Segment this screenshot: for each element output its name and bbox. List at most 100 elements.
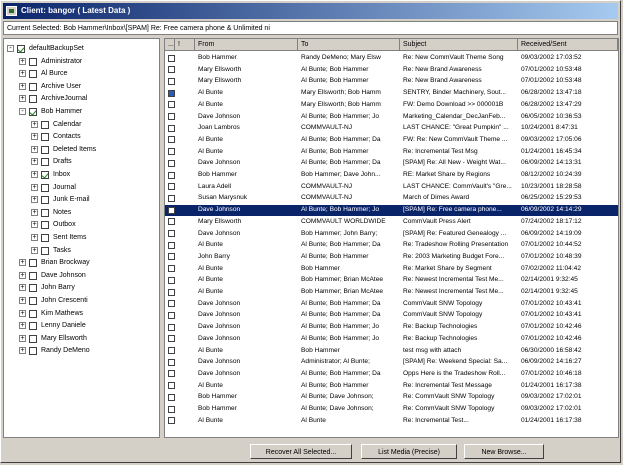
- expand-icon[interactable]: +: [31, 234, 38, 241]
- row-checkbox[interactable]: [168, 148, 175, 156]
- row-checkbox[interactable]: [168, 358, 175, 366]
- table-row[interactable]: Bob Hammer Al Bunte; Dave Johnson; Re: Com…: [165, 392, 618, 403]
- tree-checkbox[interactable]: [29, 334, 37, 343]
- collapse-icon[interactable]: -: [19, 108, 26, 115]
- expand-icon[interactable]: +: [31, 208, 38, 216]
- tree-checkbox[interactable]: [29, 284, 37, 293]
- table-row[interactable]: Dave Johnson Al Bunte; Bob Hammer; Da Comm…: [165, 310, 618, 321]
- expand-icon[interactable]: +: [31, 183, 38, 191]
- row-checkbox[interactable]: [168, 370, 175, 378]
- column-header[interactable]: Subject: [400, 39, 518, 51]
- expand-icon[interactable]: +: [19, 297, 26, 304]
- expand-icon[interactable]: +: [19, 57, 26, 65]
- table-row[interactable]: Bob Hammer Al Bunte; Dave Johnson; Re: Com…: [165, 404, 618, 415]
- column-header[interactable]: From: [195, 39, 298, 51]
- row-checkbox[interactable]: [168, 77, 175, 85]
- expand-icon[interactable]: +: [31, 158, 38, 166]
- table-row[interactable]: Dave Johnson Al Bunte; Bob Hammer; Jo [SPA…: [165, 205, 618, 216]
- row-checkbox[interactable]: [168, 265, 175, 273]
- table-row[interactable]: Mary Ellsworth Al Bunte; Bob Hammer Re: Ne…: [165, 65, 618, 76]
- tree-checkbox[interactable]: [29, 57, 37, 66]
- table-row[interactable]: Mary Ellsworth COMMVAULT WORLDWIDE CommVau…: [165, 217, 618, 228]
- row-checkbox[interactable]: [168, 206, 175, 214]
- row-checkbox[interactable]: [168, 253, 175, 261]
- row-checkbox[interactable]: [168, 382, 175, 390]
- table-row[interactable]: Dave Johnson Al Bunte; Bob Hammer; Jo Re: …: [165, 334, 618, 345]
- row-checkbox[interactable]: [168, 113, 175, 120]
- table-row[interactable]: Dave Johnson Al Bunte; Bob Hammer; Jo Re: …: [165, 322, 618, 333]
- tree-checkbox[interactable]: [29, 70, 37, 79]
- table-row[interactable]: Al Bunte Bob Hammer test msg with attach 06…: [165, 346, 618, 357]
- row-checkbox[interactable]: [168, 66, 175, 74]
- row-checkbox[interactable]: [168, 405, 175, 413]
- row-checkbox[interactable]: [168, 194, 175, 202]
- table-row[interactable]: Bob Hammer Randy DeMeno; Mary Elsw Re: New…: [165, 53, 618, 64]
- row-checkbox[interactable]: [168, 183, 175, 191]
- tree-checkbox[interactable]: [29, 309, 37, 318]
- table-row[interactable]: Al Bunte Bob Hammer; Brian McAtee Re: Newe…: [165, 287, 618, 298]
- row-checkbox[interactable]: [168, 101, 175, 109]
- row-checkbox[interactable]: [168, 241, 175, 249]
- column-header[interactable]: To: [298, 39, 400, 51]
- tree-checkbox[interactable]: [29, 271, 37, 280]
- tree-checkbox[interactable]: [41, 234, 49, 242]
- column-header[interactable]: Received/Sent: [518, 39, 618, 51]
- table-row[interactable]: Dave Johnson Administrator; Al Bunte; [SPA…: [165, 357, 618, 368]
- table-row[interactable]: Al Bunte Al Bunte; Bob Hammer Re: Incremen…: [165, 147, 618, 158]
- tree-checkbox[interactable]: [17, 45, 25, 53]
- table-row[interactable]: John Barry Al Bunte; Bob Hammer Re: 2003 M…: [165, 252, 618, 263]
- expand-icon[interactable]: +: [31, 221, 38, 229]
- row-checkbox[interactable]: [168, 89, 175, 97]
- table-row[interactable]: Al Bunte Al Bunte Re: Incremental Test... 0…: [165, 416, 618, 427]
- table-row[interactable]: Dave Johnson Al Bunte; Bob Hammer; Da Opps…: [165, 369, 618, 380]
- table-row[interactable]: Susan Marysnuk COMMVAULT-NJ March of Dimes…: [165, 193, 618, 204]
- folder-tree[interactable]: - defaultBackupSet + Administrator + Al Burce…: [3, 38, 160, 438]
- table-row[interactable]: Al Bunte Al Bunte; Bob Hammer Re: Incremen…: [165, 381, 618, 392]
- new-browse-button[interactable]: New Browse...: [464, 444, 544, 459]
- table-row[interactable]: Al Bunte Mary Ellsworth; Bob Hamm FW: Demo…: [165, 100, 618, 111]
- table-row[interactable]: Dave Johnson Al Bunte; Bob Hammer; Jo Mark…: [165, 112, 618, 123]
- expand-icon[interactable]: +: [31, 196, 38, 204]
- collapse-icon[interactable]: -: [7, 45, 14, 52]
- tree-checkbox[interactable]: [41, 133, 49, 142]
- expand-icon[interactable]: +: [19, 271, 26, 279]
- table-row[interactable]: Al Bunte Mary Ellsworth; Bob Hamm SENTRY, …: [165, 88, 618, 99]
- row-checkbox[interactable]: [168, 171, 175, 179]
- expand-icon[interactable]: +: [19, 82, 26, 90]
- row-checkbox[interactable]: [168, 417, 175, 425]
- table-row[interactable]: Al Bunte Bob Hammer Re: Market Share by Se…: [165, 264, 618, 275]
- table-row[interactable]: Dave Johnson Al Bunte; Bob Hammer; Da [SPA…: [165, 158, 618, 169]
- tree-checkbox[interactable]: [41, 221, 49, 230]
- table-row[interactable]: Joan Lambros COMMVAULT-NJ LAST CHANCE: "Gr…: [165, 123, 618, 134]
- row-checkbox[interactable]: [168, 218, 175, 226]
- row-checkbox[interactable]: [168, 311, 175, 319]
- tree-checkbox[interactable]: [29, 322, 37, 331]
- expand-icon[interactable]: +: [31, 246, 38, 254]
- tree-checkbox[interactable]: [29, 297, 37, 305]
- tree-checkbox[interactable]: [41, 183, 49, 192]
- expand-icon[interactable]: +: [19, 334, 26, 342]
- row-checkbox[interactable]: [168, 159, 175, 167]
- message-list[interactable]: ...! From To Subject Received/Sent Bob Hamme…: [164, 38, 619, 438]
- tree-checkbox[interactable]: [29, 95, 37, 104]
- row-checkbox[interactable]: [168, 288, 175, 296]
- expand-icon[interactable]: +: [19, 95, 26, 103]
- table-row[interactable]: Mary Ellsworth Al Bunte; Bob Hammer Re: Ne…: [165, 76, 618, 87]
- row-checkbox[interactable]: [168, 323, 175, 331]
- row-checkbox[interactable]: [168, 393, 175, 401]
- expand-icon[interactable]: +: [31, 120, 38, 128]
- table-row[interactable]: Dave Johnson Bob Hammer; John Barry; [SPAM…: [165, 229, 618, 240]
- expand-icon[interactable]: +: [19, 322, 26, 330]
- row-checkbox[interactable]: [168, 136, 175, 144]
- tree-checkbox[interactable]: [41, 145, 49, 154]
- expand-icon[interactable]: +: [31, 133, 38, 141]
- expand-icon[interactable]: +: [19, 347, 26, 355]
- table-row[interactable]: Al Bunte Al Bunte; Bob Hammer; Da Re: Trad…: [165, 240, 618, 251]
- tree-checkbox[interactable]: [29, 347, 37, 356]
- recover-all-selected-button[interactable]: Recover All Selected...: [250, 444, 352, 459]
- expand-icon[interactable]: +: [19, 259, 26, 267]
- tree-checkbox[interactable]: [41, 120, 49, 129]
- row-checkbox[interactable]: [168, 276, 175, 284]
- row-checkbox[interactable]: [168, 54, 175, 62]
- tree-checkbox[interactable]: [41, 158, 49, 167]
